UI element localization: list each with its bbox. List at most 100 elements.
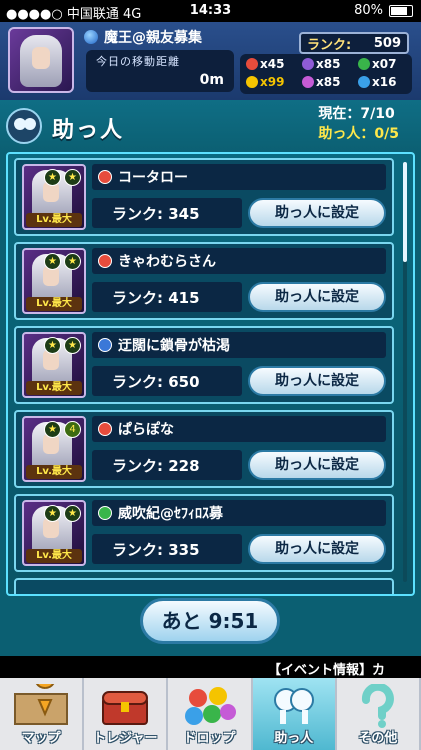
- news-ticker[interactable]: 【イベント情報】カ: [0, 656, 421, 678]
- ticker-text: 【イベント情報】カ: [268, 663, 386, 678]
- set-helper-button[interactable]: 助っ人に設定: [248, 450, 386, 480]
- refresh-timer-button[interactable]: あと 9:51: [140, 598, 280, 644]
- magenta-orb-icon: [302, 76, 314, 88]
- nav-label: ドロップ: [183, 731, 236, 746]
- orb-count-green: x07: [358, 57, 396, 71]
- purple-orb-icon: [302, 58, 314, 70]
- helper-count: 助っ人：0/5: [318, 126, 399, 142]
- level-label: Lv.最大: [26, 297, 82, 311]
- distance-value: 0m: [199, 72, 224, 88]
- blue-orb-icon: [358, 76, 370, 88]
- helper-card[interactable]: ★ 4 Lv.最大 ぱらぽな ランク: 228 助っ人に設定: [14, 410, 394, 488]
- helper-name-tag: コータロー: [92, 164, 386, 190]
- monster-portrait: ★ ★ Lv.最大: [22, 164, 86, 230]
- helper-rank: ランク: 228: [92, 450, 242, 480]
- helper-name-tag: ぱらぽな: [92, 416, 386, 442]
- nav-other[interactable]: その他: [337, 678, 421, 750]
- helper-rank: ランク: 650: [92, 366, 242, 396]
- orb-count-magenta: x85: [302, 75, 340, 89]
- level-label: Lv.最大: [26, 213, 82, 227]
- rank-label: ランク:: [307, 37, 352, 53]
- nav-treasure[interactable]: トレジャー: [84, 678, 169, 750]
- helper-card[interactable]: ★ ★ Lv.最大 迂闊に鎖骨が枯渇 ランク: 650 助っ人に設定: [14, 326, 394, 404]
- level-label: Lv.最大: [26, 465, 82, 479]
- player-avatar[interactable]: [8, 27, 74, 93]
- player-header: 魔王@親友募集 ランク: 509 今日の移動距離 0m x45 x85 x07 …: [0, 22, 421, 102]
- yellow-orb-icon: [246, 76, 258, 88]
- monster-portrait: ★ ★ Lv.最大: [22, 332, 86, 398]
- player-rank-box: ランク: 509: [299, 32, 409, 54]
- helpers-title-bar: 助っ人 現在：7/10 助っ人：0/5: [0, 100, 421, 154]
- level-label: Lv.最大: [26, 549, 82, 563]
- helper-card[interactable]: ★ ★ Lv.最大 コータロー ランク: 345 助っ人に設定: [14, 158, 394, 236]
- rank-value: 509: [373, 35, 401, 51]
- level-label: Lv.最大: [26, 381, 82, 395]
- red-orb-icon: [246, 58, 258, 70]
- bottom-nav: マップ トレジャー ドロップ 助っ人 その他: [0, 678, 421, 750]
- helper-name: コータロー: [118, 170, 188, 186]
- green-orb-icon: [358, 58, 370, 70]
- nav-label: その他: [358, 731, 398, 746]
- orb-count-red: x45: [246, 57, 284, 71]
- orb-count-purple: x85: [302, 57, 340, 71]
- nav-helpers[interactable]: 助っ人: [252, 678, 337, 750]
- nav-label: 助っ人: [274, 731, 314, 746]
- question-mark-icon: [361, 684, 394, 728]
- nav-label: トレジャー: [93, 731, 158, 746]
- player-name-text: 魔王@親友募集: [104, 30, 202, 46]
- star-icon: ★: [44, 253, 61, 270]
- helper-name-tag: 迂闊に鎖骨が枯渇: [92, 332, 386, 358]
- nav-drop[interactable]: ドロップ: [168, 678, 253, 750]
- avatar-face: [32, 47, 50, 69]
- star-icon: ★: [64, 253, 81, 270]
- helper-name-tag: きゃわむらさん: [92, 248, 386, 274]
- helper-name: ぱらぽな: [118, 422, 174, 438]
- set-helper-button[interactable]: 助っ人に設定: [248, 198, 386, 228]
- distance-label: 今日の移動距離: [96, 55, 180, 68]
- helper-rank: ランク: 415: [92, 282, 242, 312]
- water-attribute-icon: [98, 338, 112, 352]
- status-right: 80%: [354, 3, 413, 18]
- fire-attribute-icon: [98, 422, 112, 436]
- monster-portrait: ★ 4 Lv.最大: [22, 416, 86, 482]
- battery-icon: [389, 4, 413, 17]
- globe-icon: [84, 30, 98, 44]
- wood-attribute-icon: [98, 506, 112, 520]
- helper-name: 迂闊に鎖骨が枯渇: [118, 338, 230, 354]
- distance-box: 今日の移動距離 0m: [86, 50, 234, 92]
- helper-card[interactable]: ★ ★ Lv.最大 威吹紀@ｾﾌｨﾛｽ募 ランク: 335 助っ人に設定: [14, 494, 394, 572]
- helper-name-tag: 威吹紀@ｾﾌｨﾛｽ募: [92, 500, 386, 526]
- set-helper-button[interactable]: 助っ人に設定: [248, 366, 386, 396]
- helper-counter: 現在：7/10 助っ人：0/5: [318, 104, 399, 144]
- current-count: 現在：7/10: [318, 106, 395, 122]
- star-icon: ★: [64, 169, 81, 186]
- nav-label: マップ: [21, 731, 61, 746]
- helper-rank: ランク: 345: [92, 198, 242, 228]
- orb-count-yellow: x99: [246, 75, 284, 89]
- monster-portrait: ★ ★ Lv.最大: [22, 500, 86, 566]
- scrollbar[interactable]: [403, 162, 407, 582]
- orb-counts: x45 x85 x07 x99 x85 x16: [240, 54, 412, 94]
- helper-card[interactable]: [14, 578, 394, 594]
- player-name: 魔王@親友募集: [84, 27, 202, 47]
- star-icon: ★: [44, 421, 61, 438]
- scrollbar-thumb[interactable]: [403, 162, 407, 262]
- helper-name: きゃわむらさん: [118, 254, 216, 270]
- helper-name: 威吹紀@ｾﾌｨﾛｽ募: [118, 506, 223, 522]
- monster-portrait: ★ ★ Lv.最大: [22, 248, 86, 314]
- star-icon: ★: [64, 505, 81, 522]
- map-icon: [14, 684, 69, 725]
- fire-attribute-icon: [98, 254, 112, 268]
- battery-percent: 80%: [354, 3, 383, 18]
- helper-list[interactable]: ★ ★ Lv.最大 コータロー ランク: 345 助っ人に設定 ★ ★ Lv.最…: [6, 152, 415, 596]
- treasure-chest-icon: [102, 691, 149, 725]
- helper-card[interactable]: ★ ★ Lv.最大 きゃわむらさん ランク: 415 助っ人に設定: [14, 242, 394, 320]
- orb-count-blue: x16: [358, 75, 396, 89]
- star-icon: ★: [64, 337, 81, 354]
- star-icon: ★: [44, 505, 61, 522]
- helpers-icon: [6, 108, 42, 144]
- set-helper-button[interactable]: 助っ人に設定: [248, 534, 386, 564]
- nav-map[interactable]: マップ: [0, 678, 85, 750]
- set-helper-button[interactable]: 助っ人に設定: [248, 282, 386, 312]
- fire-attribute-icon: [98, 170, 112, 184]
